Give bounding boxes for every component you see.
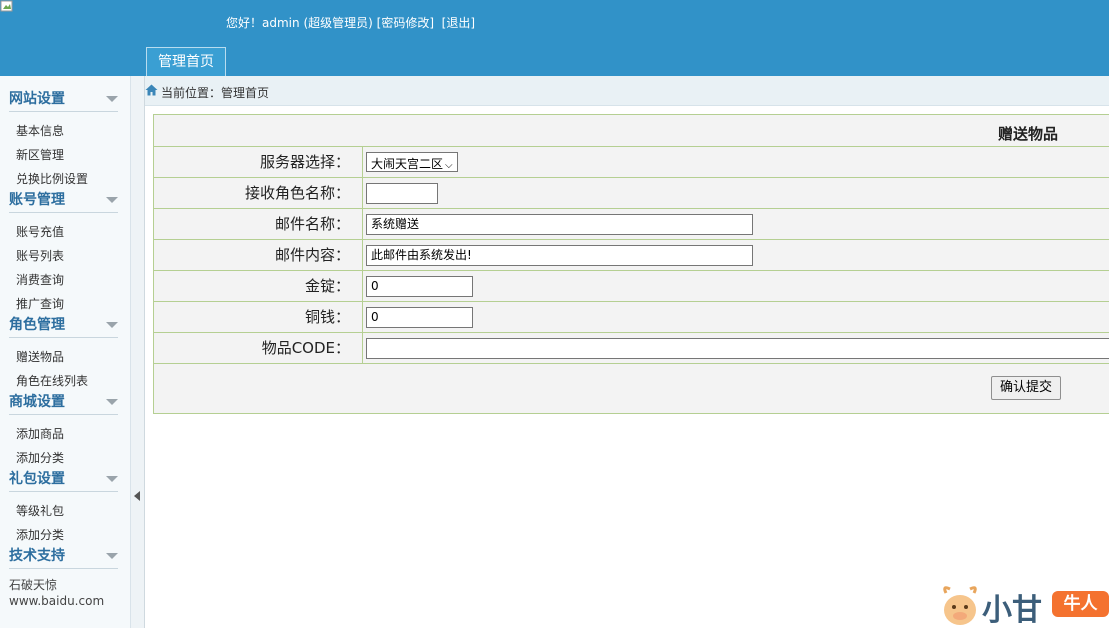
- mail-content-row: 邮件内容： 此邮件由系统发出!: [154, 240, 1109, 271]
- sidebar-group-shop[interactable]: 商城设置: [9, 391, 118, 415]
- collapse-arrow-icon[interactable]: [106, 197, 118, 203]
- mail-content-input[interactable]: 此邮件由系统发出!: [366, 245, 753, 266]
- mail-content-label: 邮件内容：: [154, 240, 363, 270]
- sidebar-item-basic-info[interactable]: 基本信息: [16, 122, 64, 139]
- submit-button[interactable]: 确认提交: [991, 376, 1061, 400]
- home-icon: [145, 84, 158, 96]
- tab-home[interactable]: 管理首页: [146, 47, 226, 76]
- chevron-down-icon: ⌵: [445, 160, 453, 171]
- change-password-link[interactable]: [密码修改]: [377, 16, 434, 30]
- copper-input[interactable]: 0: [366, 307, 473, 328]
- form-title-row: 赠送物品: [154, 115, 1109, 147]
- sidebar-item-add-category[interactable]: 添加分类: [16, 449, 64, 466]
- watermark-text: 小甘: [982, 593, 1042, 628]
- gift-item-form: 赠送物品 服务器选择： 大闹天宫二区 ⌵ 接收角色名称： 邮件名称： 系统赠送 邮…: [153, 114, 1109, 414]
- collapse-arrow-icon[interactable]: [106, 399, 118, 405]
- username: admin: [262, 16, 300, 30]
- broken-logo-image-icon: [0, 0, 13, 12]
- user-role: (超级管理员): [303, 16, 373, 30]
- support-site: www.baidu.com: [9, 594, 105, 608]
- sidebar-group-account[interactable]: 账号管理: [9, 189, 118, 213]
- mail-name-label: 邮件名称：: [154, 209, 363, 239]
- server-select-value: 大闹天宫二区: [371, 157, 444, 171]
- gold-row: 金锭： 0: [154, 271, 1109, 302]
- item-code-input[interactable]: [366, 338, 1109, 359]
- copper-row: 铜钱： 0: [154, 302, 1109, 333]
- sidebar-item-recharge[interactable]: 账号充值: [16, 223, 64, 240]
- sidebar-group-tech-support[interactable]: 技术支持: [9, 545, 118, 569]
- user-greeting: 您好！admin (超级管理员) [密码修改] [退出]: [226, 14, 475, 31]
- cow-mascot-icon: [943, 586, 977, 625]
- sidebar-item-account-list[interactable]: 账号列表: [16, 247, 64, 264]
- collapse-arrow-icon[interactable]: [106, 553, 118, 559]
- top-header: 您好！admin (超级管理员) [密码修改] [退出] 管理首页: [0, 0, 1109, 76]
- item-code-label: 物品CODE：: [154, 333, 363, 363]
- collapse-arrow-icon[interactable]: [106, 322, 118, 328]
- collapse-left-icon[interactable]: [134, 491, 140, 501]
- copper-label: 铜钱：: [154, 302, 363, 332]
- breadcrumb-current: 管理首页: [221, 86, 270, 100]
- logout-link[interactable]: [退出]: [442, 16, 475, 30]
- breadcrumb-label: 当前位置：: [161, 86, 222, 100]
- role-label: 接收角色名称：: [154, 178, 363, 208]
- gold-input[interactable]: 0: [366, 276, 473, 297]
- server-label: 服务器选择：: [154, 147, 363, 177]
- collapse-arrow-icon[interactable]: [106, 476, 118, 482]
- role-row: 接收角色名称：: [154, 178, 1109, 209]
- group-title: 技术支持: [9, 548, 65, 564]
- greeting-prefix: 您好！: [226, 16, 263, 30]
- server-row: 服务器选择： 大闹天宫二区 ⌵: [154, 147, 1109, 178]
- sidebar-item-exchange-ratio[interactable]: 兑换比例设置: [16, 170, 88, 187]
- group-title: 礼包设置: [9, 471, 65, 487]
- sidebar: 网站设置 基本信息 新区管理 兑换比例设置 账号管理 账号充值 账号列表 消费查…: [0, 76, 131, 628]
- sidebar-toggle[interactable]: [131, 76, 145, 628]
- submit-row: 确认提交: [154, 364, 1109, 414]
- mail-name-input[interactable]: 系统赠送: [366, 214, 753, 235]
- sidebar-group-website-settings[interactable]: 网站设置: [9, 88, 118, 112]
- watermark-logo: 小甘 牛人: [940, 583, 1109, 628]
- sidebar-item-gift-items[interactable]: 赠送物品: [16, 348, 64, 365]
- breadcrumb: 当前位置：管理首页: [145, 76, 1109, 106]
- sidebar-item-add-product[interactable]: 添加商品: [16, 425, 64, 442]
- sidebar-group-character[interactable]: 角色管理: [9, 314, 118, 338]
- sidebar-item-online-characters[interactable]: 角色在线列表: [16, 372, 88, 389]
- group-title: 商城设置: [9, 394, 65, 410]
- sidebar-item-consumption[interactable]: 消费查询: [16, 271, 64, 288]
- group-title: 账号管理: [9, 192, 65, 208]
- sidebar-group-gift-pack[interactable]: 礼包设置: [9, 468, 118, 492]
- sidebar-item-level-gift[interactable]: 等级礼包: [16, 502, 64, 519]
- item-code-row: 物品CODE：: [154, 333, 1109, 364]
- support-name: 石破天惊: [9, 578, 58, 592]
- sidebar-item-add-gift-category[interactable]: 添加分类: [16, 526, 64, 543]
- server-select[interactable]: 大闹天宫二区 ⌵: [366, 152, 458, 172]
- mail-name-row: 邮件名称： 系统赠送: [154, 209, 1109, 240]
- sidebar-item-new-server[interactable]: 新区管理: [16, 146, 64, 163]
- collapse-arrow-icon[interactable]: [106, 96, 118, 102]
- sidebar-item-promotion[interactable]: 推广查询: [16, 295, 64, 312]
- form-title: 赠送物品: [997, 125, 1058, 143]
- group-title: 网站设置: [9, 91, 65, 107]
- watermark-badge: 牛人: [1052, 591, 1109, 617]
- group-title: 角色管理: [9, 317, 65, 333]
- role-name-input[interactable]: [366, 183, 438, 204]
- gold-label: 金锭：: [154, 271, 363, 301]
